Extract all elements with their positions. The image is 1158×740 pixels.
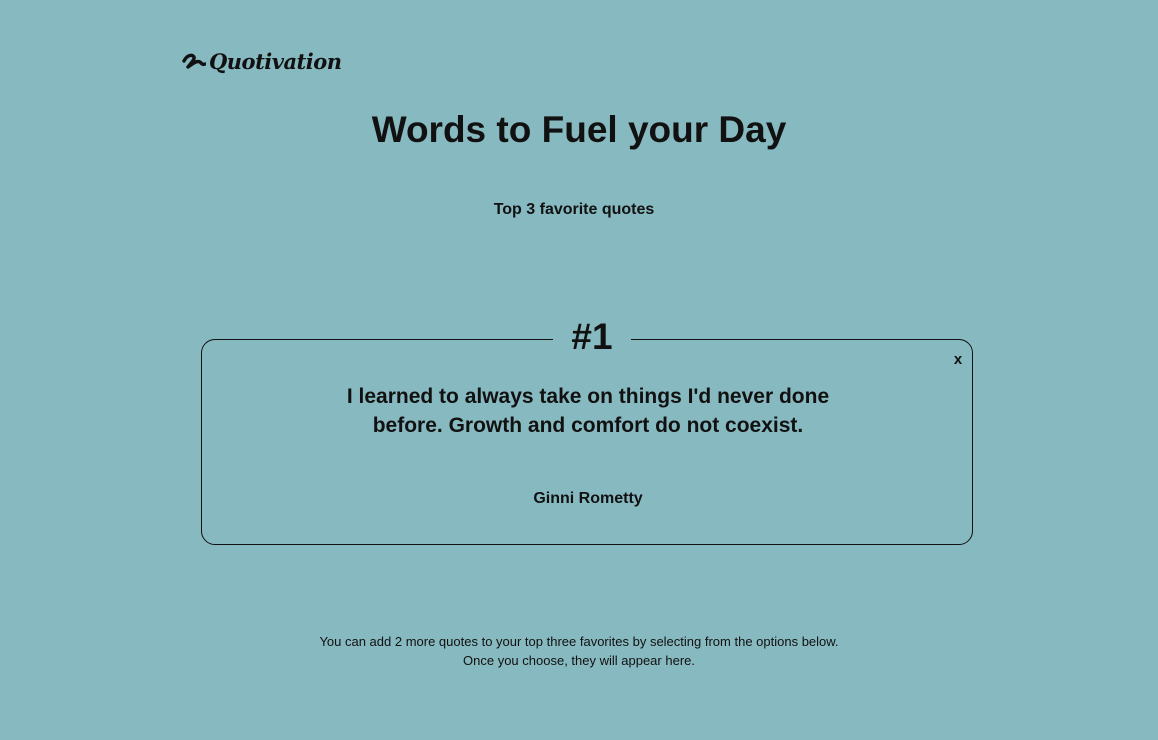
quote-rank: #1: [553, 316, 631, 358]
footer-note-line-1: You can add 2 more quotes to your top th…: [319, 634, 839, 649]
remove-quote-button[interactable]: x: [948, 349, 968, 371]
brand-name: Quotivation: [209, 49, 342, 74]
page-title: Words to Fuel your Day: [371, 109, 787, 150]
squiggle-logo-icon: [182, 53, 206, 69]
footer-note: You can add 2 more quotes to your top th…: [0, 632, 1158, 670]
footer-note-line-2: Once you choose, they will appear here.: [463, 653, 695, 668]
favorites-subtitle: Top 3 favorite quotes: [493, 201, 655, 218]
favorite-quote-card: [201, 339, 973, 545]
quote-text: I learned to always take on things I'd n…: [346, 385, 830, 437]
quote-author: Ginni Rometty: [533, 490, 643, 507]
brand-logo-link[interactable]: Quotivation: [182, 48, 342, 76]
